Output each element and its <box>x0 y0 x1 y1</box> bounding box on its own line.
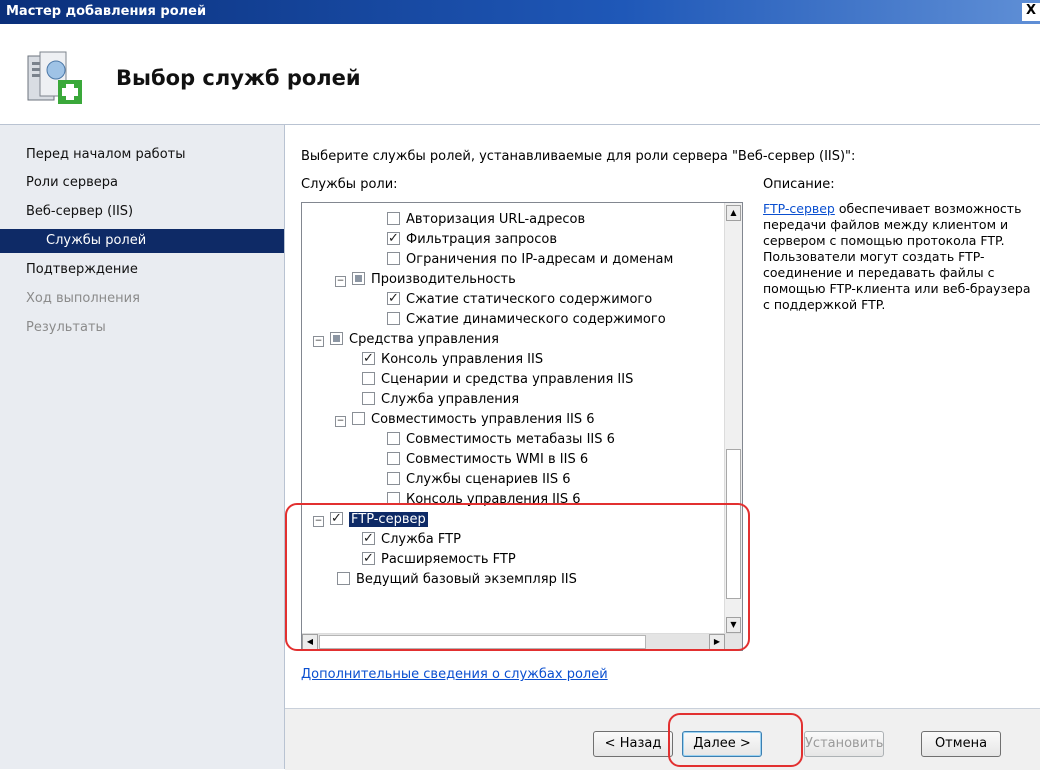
tree-item[interactable]: Сжатие статического содержимого <box>387 289 652 310</box>
checkbox[interactable] <box>362 372 375 385</box>
nav-item-results: Результаты <box>26 320 106 335</box>
checkbox[interactable] <box>387 312 400 325</box>
collapse-icon[interactable]: − <box>335 276 346 287</box>
scroll-up-icon[interactable]: ▲ <box>726 205 741 221</box>
close-button[interactable]: X <box>1022 3 1040 21</box>
checkbox[interactable] <box>387 289 400 309</box>
tree-item[interactable]: Авторизация URL-адресов <box>387 210 585 230</box>
checkbox[interactable] <box>352 412 365 425</box>
tree-item[interactable]: Фильтрация запросов <box>387 229 557 250</box>
tree-item[interactable]: − Средства управления <box>313 330 499 350</box>
nav-item-web-server[interactable]: Веб-сервер (IIS) <box>0 200 284 224</box>
tree-item[interactable]: Сжатие динамического содержимого <box>387 310 666 330</box>
checkbox[interactable] <box>330 332 343 345</box>
collapse-icon[interactable]: − <box>313 336 324 347</box>
wizard-content: Выберите службы ролей, устанавливаемые д… <box>285 125 1040 770</box>
description-text: FTP-сервер обеспечивает возможность пере… <box>763 201 1035 313</box>
tree-item[interactable]: Совместимость метабазы IIS 6 <box>387 430 615 450</box>
install-button: Установить <box>804 731 884 757</box>
tree-item[interactable]: − Совместимость управления IIS 6 <box>335 410 595 430</box>
checkbox[interactable] <box>387 212 400 225</box>
tree-item[interactable]: Ограничения по IP-адресам и доменам <box>387 250 673 270</box>
checkbox[interactable] <box>387 452 400 465</box>
back-button[interactable]: < Назад <box>593 731 673 757</box>
description-link[interactable]: FTP-сервер <box>763 201 835 216</box>
nav-item-role-services[interactable]: Службы ролей <box>0 229 284 253</box>
tree-item[interactable]: Консоль управления IIS <box>362 349 543 370</box>
wizard-header: Выбор служб ролей <box>0 24 1040 125</box>
checkbox[interactable] <box>387 229 400 249</box>
page-title: Выбор служб ролей <box>116 66 361 90</box>
description-body: обеспечивает возможность передачи файлов… <box>763 201 1031 312</box>
tree-item[interactable]: Службы сценариев IIS 6 <box>387 470 570 490</box>
tree-item[interactable]: Сценарии и средства управления IIS <box>362 370 633 390</box>
checkbox[interactable] <box>387 472 400 485</box>
server-add-icon <box>27 51 82 104</box>
role-services-label: Службы роли: <box>301 177 398 192</box>
nav-item-confirmation[interactable]: Подтверждение <box>0 258 284 282</box>
checkbox[interactable] <box>362 392 375 405</box>
nav-item-server-roles[interactable]: Роли сервера <box>0 171 284 195</box>
checkbox[interactable] <box>387 432 400 445</box>
window-titlebar: Мастер добавления ролей X <box>0 0 1040 24</box>
checkbox[interactable] <box>352 272 365 285</box>
nav-item-progress: Ход выполнения <box>26 291 140 306</box>
checkbox[interactable] <box>387 252 400 265</box>
collapse-icon[interactable]: − <box>335 416 346 427</box>
more-info-link[interactable]: Дополнительные сведения о службах ролей <box>301 667 608 682</box>
tree-item[interactable]: Совместимость WMI в IIS 6 <box>387 450 588 470</box>
checkbox[interactable] <box>362 349 375 369</box>
tree-item[interactable]: Служба управления <box>362 390 519 410</box>
wizard-nav: Перед началом работы Роли сервера Веб-се… <box>0 125 285 769</box>
instruction-text: Выберите службы ролей, устанавливаемые д… <box>301 149 856 164</box>
window-title: Мастер добавления ролей <box>6 4 207 19</box>
button-bar: < Назад Далее > Установить Отмена <box>285 708 1040 770</box>
highlight-ftp-section <box>285 503 750 651</box>
nav-item-before-you-begin[interactable]: Перед началом работы <box>0 143 284 167</box>
cancel-button[interactable]: Отмена <box>921 731 1001 757</box>
description-label: Описание: <box>763 177 835 192</box>
highlight-next-button <box>668 713 803 767</box>
tree-item[interactable]: − Производительность <box>335 270 516 290</box>
